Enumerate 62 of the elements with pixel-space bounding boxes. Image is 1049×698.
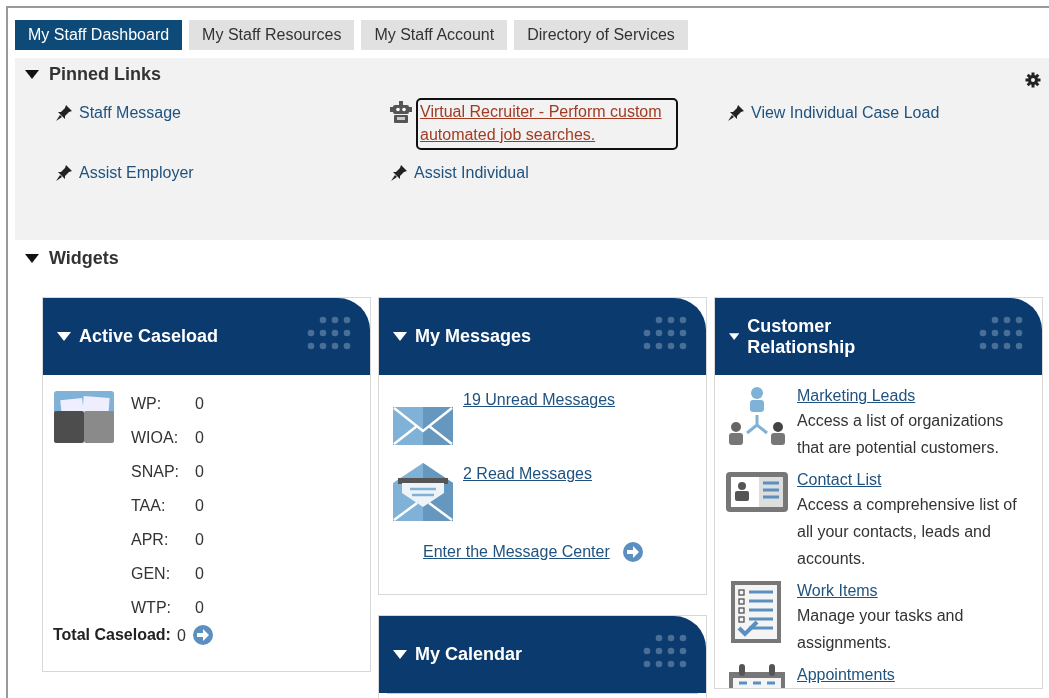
- caseload-count: 0: [195, 428, 205, 448]
- drag-handle-icon[interactable]: [642, 316, 688, 350]
- caseload-count: 0: [195, 462, 205, 482]
- section-toggle[interactable]: Pinned Links: [25, 64, 162, 85]
- crm-link[interactable]: Work Items: [797, 580, 1032, 602]
- caseload-label: TAA:: [131, 496, 167, 516]
- pinned-link[interactable]: Assist Individual: [414, 161, 529, 184]
- crm-link[interactable]: Contact List: [797, 469, 1032, 491]
- pinned-link[interactable]: Virtual Recruiter - Perform custom automated job searches.: [416, 98, 678, 150]
- pin-icon: [390, 164, 408, 182]
- caseload-count: 0: [195, 530, 205, 550]
- tab[interactable]: My Staff Account: [361, 20, 508, 50]
- total-caseload-label: Total Caseload:: [53, 626, 171, 644]
- messages-link[interactable]: 19 Unread Messages: [463, 389, 616, 411]
- caseload-label: WTP:: [131, 598, 172, 618]
- robot-icon: [390, 101, 412, 125]
- settings-icon[interactable]: [1025, 72, 1041, 88]
- collapse-icon: [25, 69, 39, 80]
- section-toggle[interactable]: Widgets: [25, 248, 119, 269]
- collapse-icon: [729, 331, 740, 342]
- total-caseload-count: 0: [176, 625, 186, 646]
- crm-description: Access a list of organizations that are potential customers.: [797, 411, 1005, 458]
- collapse-icon: [393, 331, 407, 342]
- tab[interactable]: Directory of Services: [514, 20, 688, 50]
- arrow-circle-icon[interactable]: [191, 624, 214, 646]
- pinned-link[interactable]: Staff Message: [79, 101, 181, 124]
- widget-header[interactable]: My Calendar: [379, 616, 706, 693]
- crm-link[interactable]: Marketing Leads: [797, 385, 1032, 407]
- pinned-link[interactable]: View Individual Case Load: [751, 101, 940, 124]
- collapse-icon: [57, 331, 71, 342]
- arrow-circle-icon[interactable]: [621, 541, 644, 563]
- folder-icon: [53, 389, 117, 445]
- drag-handle-icon[interactable]: [642, 634, 688, 668]
- tab[interactable]: My Staff Dashboard: [15, 20, 183, 50]
- drag-handle-icon[interactable]: [978, 316, 1024, 350]
- message-center-link[interactable]: Enter the Message Center: [423, 541, 610, 563]
- crm-description: Manage your tasks and assignments.: [797, 606, 965, 653]
- pinned-link[interactable]: Assist Employer: [79, 161, 194, 184]
- crm-link[interactable]: Appointments: [797, 664, 895, 686]
- drag-handle-icon[interactable]: [306, 316, 352, 350]
- caseload-count: 0: [195, 496, 205, 516]
- caseload-label: WIOA:: [131, 428, 180, 448]
- collapse-icon: [393, 649, 407, 660]
- collapse-icon: [25, 253, 39, 264]
- pin-icon: [55, 164, 73, 182]
- caseload-label: GEN:: [131, 564, 172, 584]
- pin-icon: [55, 104, 73, 122]
- caseload-label: APR:: [131, 530, 170, 550]
- caseload-count: 0: [195, 564, 205, 584]
- caseload-count: 0: [195, 598, 205, 618]
- widget-header[interactable]: Active Caseload: [43, 298, 370, 375]
- caseload-label: SNAP:: [131, 462, 180, 482]
- messages-link[interactable]: 2 Read Messages: [463, 463, 592, 485]
- widget-header[interactable]: Customer Relationship: [715, 298, 1042, 375]
- caseload-count: 0: [195, 394, 205, 414]
- open-envelope-icon: [393, 463, 453, 523]
- caseload-label: WP:: [131, 394, 163, 414]
- contact-card-icon: [725, 469, 789, 515]
- widget-header[interactable]: My Messages: [379, 298, 706, 375]
- crm-description: Access a comprehensive list of all your contacts, leads and accounts.: [797, 495, 1018, 569]
- tab[interactable]: My Staff Resources: [189, 20, 355, 50]
- pin-icon: [727, 104, 745, 122]
